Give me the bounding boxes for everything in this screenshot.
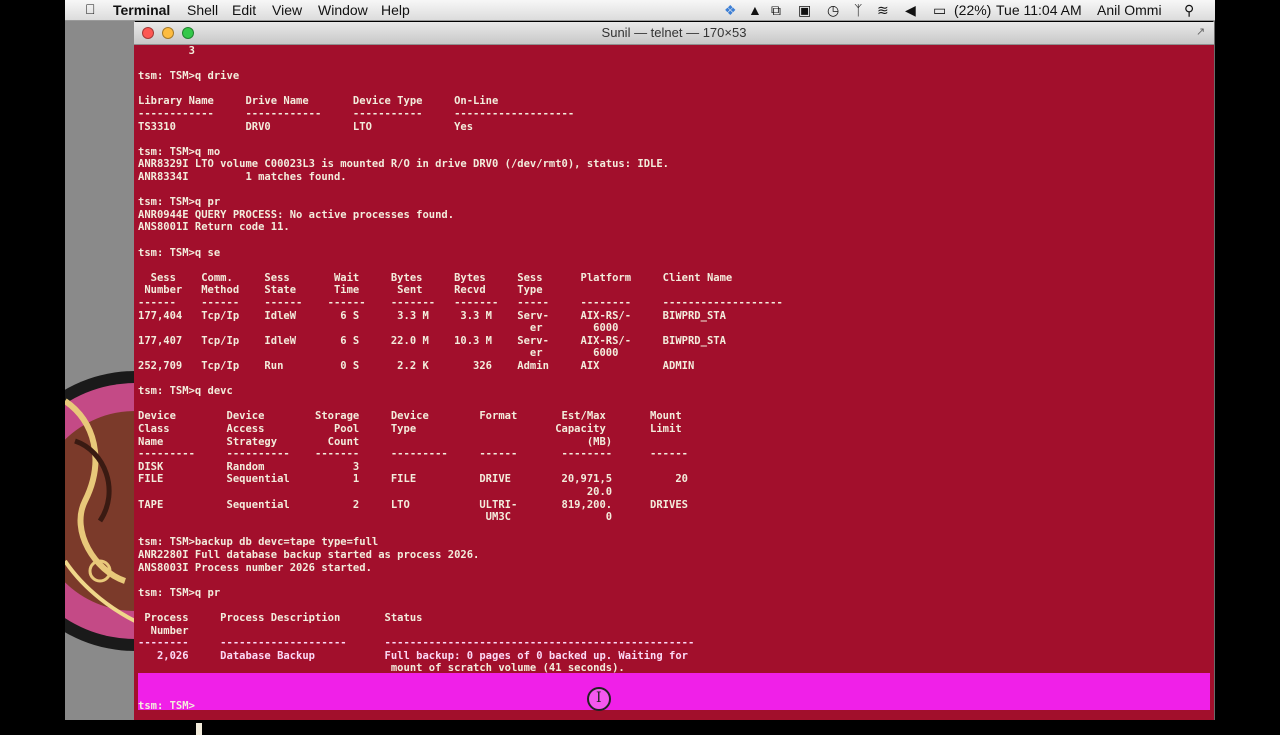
terminal-line: Device Device Storage Device Format Est/… (138, 410, 682, 423)
terminal-line: ANR0944E QUERY PROCESS: No active proces… (138, 208, 455, 221)
dropbox-icon[interactable]: ❖ (724, 2, 737, 19)
terminal-line: Class Access Pool Type Capacity Limit (138, 423, 682, 435)
terminal-line: TS3310 DRV0 LTO Yes (138, 120, 474, 133)
menu-edit[interactable]: Edit (232, 2, 256, 18)
terminal-line: ANR2280I Full database backup started as… (138, 549, 480, 561)
terminal-line: tsm: TSM>q pr (138, 586, 221, 599)
terminal-line: ANR8334I 1 matches found. (138, 171, 347, 183)
terminal-content[interactable]: 3 tsm: TSM>q drive Library Name Drive Name… (134, 44, 1214, 735)
terminal-line: tsm: TSM>backup db devc=tape type=full (138, 536, 379, 549)
user-name[interactable]: Anil Ommi (1097, 2, 1162, 18)
fullscreen-icon[interactable]: ↗ (1196, 26, 1208, 38)
menu-view[interactable]: View (272, 2, 302, 18)
terminal-line: FILE Sequential 1 FILE DRIVE 20,971,5 20 (138, 473, 688, 486)
menu-help[interactable]: Help (381, 2, 410, 18)
terminal-line: 252,709 Tcp/Ip Run 0 S 2.2 K 326 Admin A… (138, 360, 695, 372)
terminal-line: DISK Random 3 (138, 460, 360, 473)
time-machine-icon[interactable]: ◷ (827, 2, 839, 19)
battery-percent: (22%) (954, 2, 992, 18)
terminal-line: 3 (138, 45, 195, 57)
battery-icon[interactable]: ▭ (933, 2, 946, 19)
terminal-line: 20.0 (138, 486, 613, 498)
menu-shell[interactable]: Shell (187, 2, 218, 18)
terminal-line: tsm: TSM> (138, 700, 195, 713)
bluetooth-icon[interactable]: ᛉ (854, 2, 862, 18)
terminal-line: tsm: TSM>q mo (138, 145, 221, 158)
terminal-line: ANS8001I Return code 11. (138, 221, 290, 234)
terminal-line: tsm: TSM>q drive (138, 70, 240, 83)
terminal-line: 177,407 Tcp/Ip IdleW 6 S 22.0 M 10.3 M S… (138, 334, 726, 347)
title-bar[interactable]: Sunil — telnet — 170×53 ↗ (134, 22, 1214, 45)
terminal-line: ------ ------ ------ ------ ------- ----… (138, 297, 783, 309)
terminal-line: tsm: TSM>q pr (138, 196, 221, 209)
desktop-artwork (65, 361, 135, 701)
desktop-background (65, 21, 135, 720)
window-title: Sunil — telnet — 170×53 (601, 25, 747, 40)
spotlight-icon[interactable]: ⚲ (1184, 2, 1194, 19)
terminal-line: --------- ---------- ------- --------- -… (138, 448, 688, 461)
terminal-line: 177,404 Tcp/Ip IdleW 6 S 3.3 M 3.3 M Ser… (138, 309, 726, 322)
drive-icon[interactable]: ▲ (748, 2, 762, 18)
menu-window[interactable]: Window (318, 2, 368, 18)
terminal-line: Library Name Drive Name Device Type On-L… (138, 95, 499, 108)
menu-app-terminal[interactable]: Terminal (113, 2, 170, 18)
terminal-line: ANS8003I Process number 2026 started. (138, 561, 372, 574)
terminal-line: Sess Comm. Sess Wait Bytes Bytes Sess Pl… (138, 271, 733, 284)
terminal-line: -------- -------------------- ----------… (138, 637, 695, 650)
wifi-icon[interactable]: ≋ (877, 2, 889, 19)
terminal-line: UM3C 0 (138, 511, 613, 524)
menu-bar:  Terminal Shell Edit View Window Help ❖… (65, 0, 1215, 21)
terminal-line: ANR8329I LTO volume C00023L3 is mounted … (138, 158, 670, 171)
screen-icon[interactable]: ⧉ (771, 2, 781, 19)
terminal-line: ------------ ------------ ----------- --… (138, 108, 575, 120)
terminal-line: Name Strategy Count (MB) (138, 435, 613, 448)
terminal-line: TAPE Sequential 2 LTO ULTRI- 819,200. DR… (138, 498, 688, 511)
terminal-line: Number Method State Time Sent Recvd Type (138, 284, 543, 297)
apple-icon[interactable]:  (85, 1, 96, 17)
clock[interactable]: Tue 11:04 AM (996, 2, 1082, 18)
terminal-line: er 6000 (138, 347, 619, 360)
ibeam-cursor-icon (587, 687, 611, 711)
terminal-line: tsm: TSM>q se (138, 246, 221, 259)
terminal-window: Sunil — telnet — 170×53 ↗ 3 tsm: TSM>q dr… (134, 22, 1214, 735)
screen-share-icon[interactable]: ▣ (798, 2, 811, 19)
terminal-line: Process Process Description Status (138, 612, 423, 624)
terminal-line: er 6000 (138, 322, 619, 335)
text-selection-highlight (138, 673, 1210, 710)
terminal-line: 2,026 Database Backup Full backup: 0 pag… (138, 649, 688, 662)
text-cursor (196, 723, 202, 735)
volume-icon[interactable]: ◀ (905, 2, 916, 19)
terminal-line: tsm: TSM>q devc (138, 385, 233, 398)
terminal-line: Number (138, 624, 189, 637)
terminal-line: mount of scratch volume (41 seconds). (138, 662, 625, 675)
